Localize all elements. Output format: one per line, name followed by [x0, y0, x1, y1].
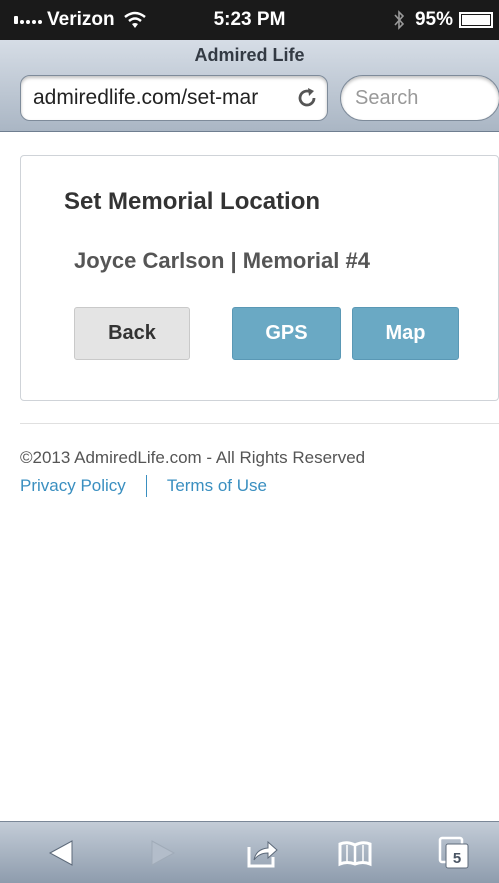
footer-links: Privacy Policy Terms of Use: [20, 475, 267, 497]
tabs-icon[interactable]: 5: [436, 835, 472, 871]
browser-toolbar: 5: [0, 821, 499, 883]
card-title: Set Memorial Location: [64, 188, 321, 215]
battery-percent: 95%: [414, 9, 453, 30]
terms-of-use-link[interactable]: Terms of Use: [167, 476, 267, 496]
tabs-count: 5: [453, 850, 461, 867]
copyright-text: ©2013 AdmiredLife.com - All Rights Reser…: [20, 448, 366, 467]
search-input[interactable]: Search: [340, 75, 499, 121]
memorial-location-card: Set Memorial Location Joyce Carlson | Me…: [20, 155, 499, 401]
bluetooth-icon: [394, 10, 405, 30]
forward-arrow-icon[interactable]: [144, 835, 180, 871]
bookmarks-icon[interactable]: [337, 835, 373, 871]
back-button[interactable]: Back: [74, 307, 190, 360]
share-icon[interactable]: [244, 835, 280, 871]
footer-divider: [20, 423, 499, 424]
reload-icon[interactable]: [295, 86, 319, 110]
footer-separator: [145, 475, 147, 497]
back-arrow-icon[interactable]: [44, 835, 80, 871]
status-bar: Verizon 5:23 PM 95%: [0, 0, 499, 40]
browser-header: Admired Life admiredlife.com/set-mar Sea…: [0, 40, 499, 132]
map-button[interactable]: Map: [352, 307, 459, 360]
url-field[interactable]: admiredlife.com/set-mar: [20, 75, 328, 121]
status-right-group: 95%: [393, 9, 493, 31]
page-title: Admired Life: [194, 45, 305, 65]
url-text: admiredlife.com/set-mar: [33, 86, 259, 109]
battery-icon: [459, 12, 493, 28]
memorial-subtitle: Joyce Carlson | Memorial #4: [74, 248, 370, 273]
gps-button[interactable]: GPS: [232, 307, 341, 360]
privacy-policy-link[interactable]: Privacy Policy: [20, 476, 126, 496]
